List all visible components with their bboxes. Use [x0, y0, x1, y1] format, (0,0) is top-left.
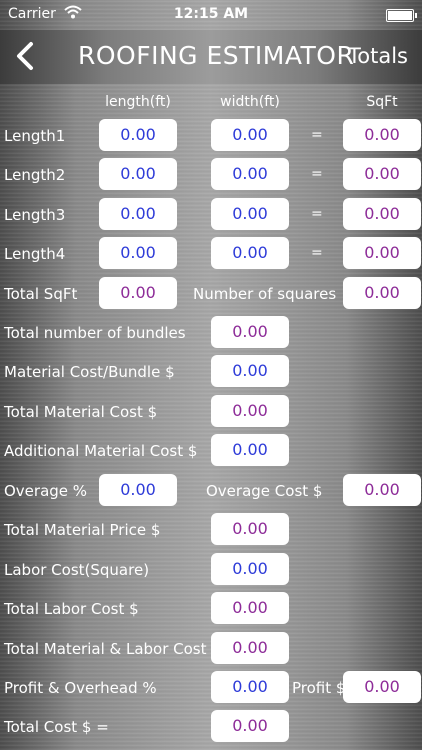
profit-value: 0.00 — [343, 671, 421, 703]
length3-sqft-value: 0.00 — [343, 198, 421, 230]
material-cost-bundle-label: Material Cost/Bundle $ — [4, 363, 175, 381]
total-labor-cost-value: 0.00 — [211, 592, 289, 624]
equals-sign: = — [311, 127, 323, 143]
totals-label: Totals — [348, 44, 408, 68]
length1-length-input[interactable]: 0.00 — [99, 119, 177, 151]
total-material-labor-cost-label: Total Material & Labor Cost $ — [4, 640, 221, 658]
equals-sign: = — [311, 166, 323, 182]
material-cost-bundle-input[interactable]: 0.00 — [211, 355, 289, 387]
profit-overhead-label: Profit & Overhead % — [4, 679, 157, 697]
length2-width-input[interactable]: 0.00 — [211, 158, 289, 190]
length4-label: Length4 — [4, 245, 66, 263]
length3-length-input[interactable]: 0.00 — [99, 198, 177, 230]
total-material-price-value: 0.00 — [211, 513, 289, 545]
total-cost-label: Total Cost $ = — [4, 718, 109, 736]
length4-length-input[interactable]: 0.00 — [99, 237, 177, 269]
length3-label: Length3 — [4, 206, 66, 224]
total-cost-value: 0.00 — [211, 710, 289, 742]
total-bundles-value: 0.00 — [211, 316, 289, 348]
equals-sign: = — [311, 245, 323, 261]
length1-sqft-value: 0.00 — [343, 119, 421, 151]
labor-cost-square-label: Labor Cost(Square) — [4, 561, 150, 579]
number-of-squares-value: 0.00 — [343, 277, 421, 309]
additional-material-cost-label: Additional Material Cost $ — [4, 442, 198, 460]
total-labor-cost-label: Total Labor Cost $ — [4, 600, 139, 618]
labor-cost-square-input[interactable]: 0.00 — [211, 553, 289, 585]
length1-width-input[interactable]: 0.00 — [211, 119, 289, 151]
total-material-labor-cost-value: 0.00 — [211, 632, 289, 664]
overage-cost-value: 0.00 — [343, 474, 421, 506]
total-material-cost-value: 0.00 — [211, 395, 289, 427]
length3-width-input[interactable]: 0.00 — [211, 198, 289, 230]
length1-label: Length1 — [4, 127, 66, 145]
chevron-left-icon — [17, 42, 33, 70]
overage-input[interactable]: 0.00 — [99, 474, 177, 506]
length2-sqft-value: 0.00 — [343, 158, 421, 190]
nav-bar: ROOFING ESTIMATOR Totals — [0, 30, 422, 84]
width-header: width(ft) — [220, 94, 280, 110]
total-sqft-value: 0.00 — [99, 277, 177, 309]
back-button[interactable] — [10, 36, 40, 76]
overage-cost-label: Overage Cost $ — [206, 482, 323, 500]
profit-overhead-input[interactable]: 0.00 — [211, 671, 289, 703]
length4-width-input[interactable]: 0.00 — [211, 237, 289, 269]
profit-label: Profit $ — [292, 679, 346, 697]
status-bar: Carrier 12:15 AM — [0, 0, 422, 30]
length4-sqft-value: 0.00 — [343, 237, 421, 269]
sqft-header: SqFt — [366, 94, 398, 110]
total-material-cost-label: Total Material Cost $ — [4, 403, 158, 421]
length2-length-input[interactable]: 0.00 — [99, 158, 177, 190]
number-of-squares-label: Number of squares — [193, 285, 337, 303]
overage-label: Overage % — [4, 482, 88, 500]
equals-sign: = — [311, 206, 323, 222]
length-header: length(ft) — [105, 94, 171, 110]
length2-label: Length2 — [4, 166, 66, 184]
clock: 12:15 AM — [173, 6, 249, 22]
additional-material-cost-input[interactable]: 0.00 — [211, 434, 289, 466]
page-title: ROOFING ESTIMATOR — [78, 41, 355, 70]
battery-icon — [386, 9, 417, 22]
total-sqft-label: Total SqFt — [4, 285, 78, 303]
total-bundles-label: Total number of bundles — [4, 324, 186, 342]
total-material-price-label: Total Material Price $ — [4, 521, 161, 539]
